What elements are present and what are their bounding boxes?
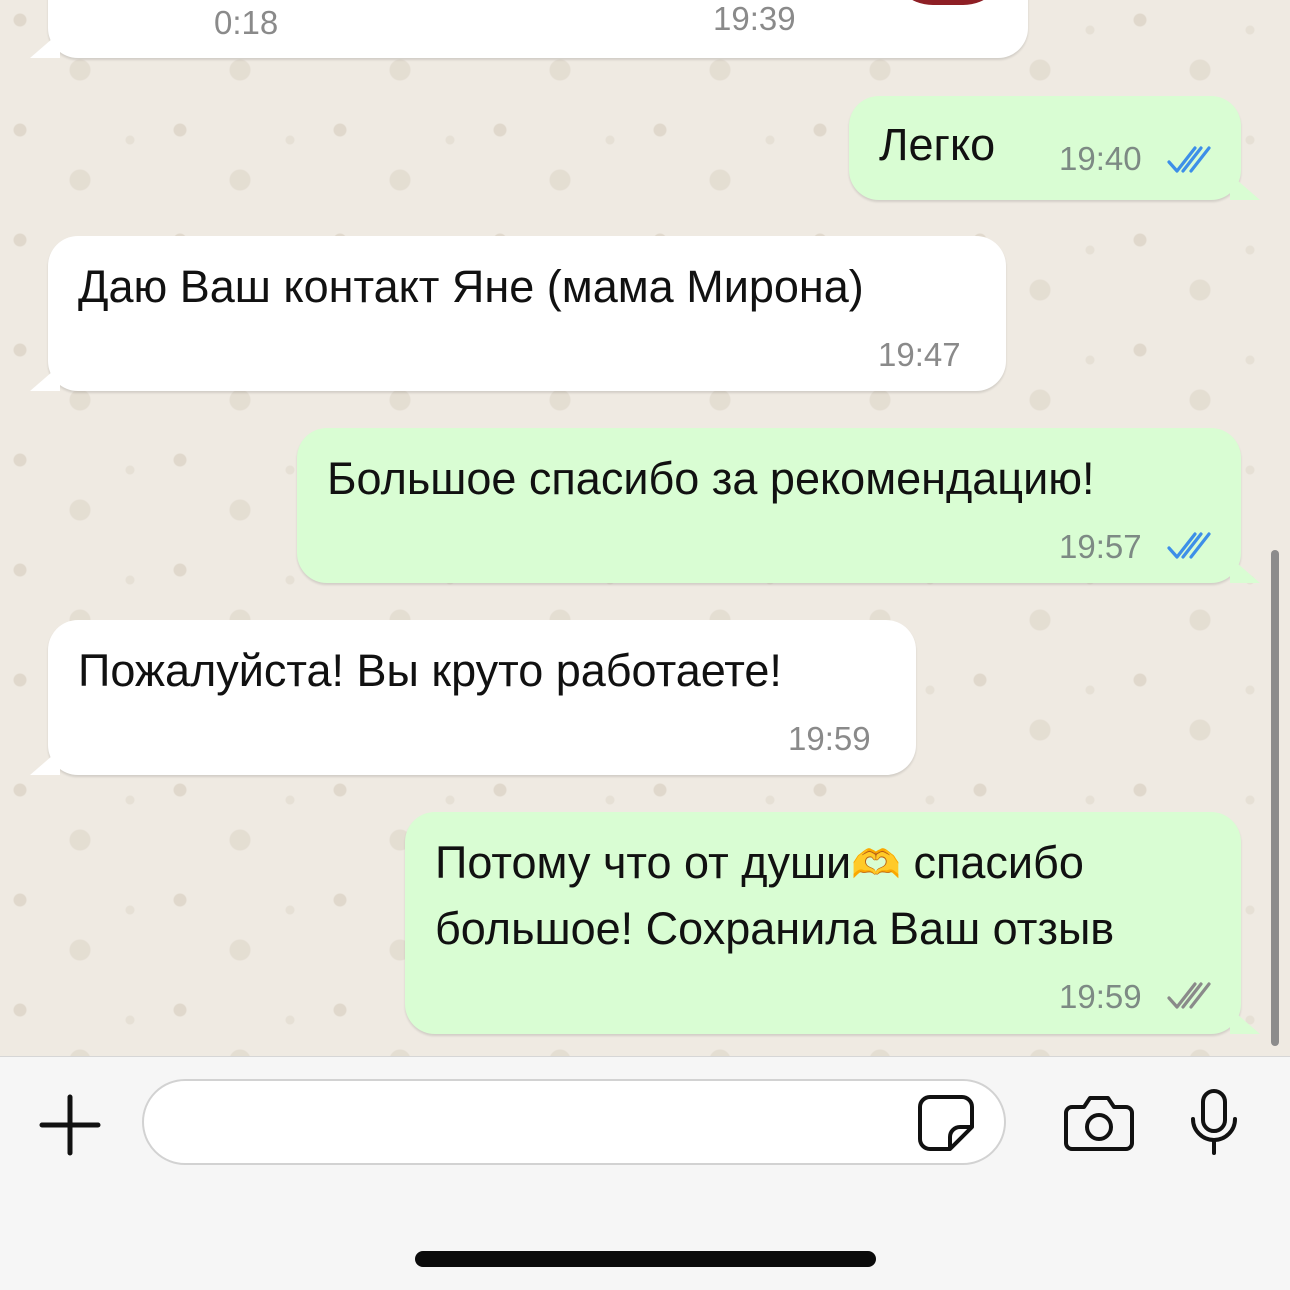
bubble-tail <box>1230 1008 1260 1034</box>
scrollbar[interactable] <box>1271 550 1279 1046</box>
message-time: 19:57 <box>1059 528 1142 565</box>
heart-hands-emoji: 🫶 <box>851 843 901 887</box>
message-bubble-outgoing[interactable]: Потому что от души🫶 спасибо большое! Сох… <box>405 812 1241 1034</box>
read-ticks-icon <box>1167 146 1211 173</box>
chat-screen: 0:18 19:39 Легко 19:40 Даю Ваш контакт Я… <box>0 0 1290 1290</box>
message-text-line-1: Потому что от души🫶 спасибо <box>435 830 1084 898</box>
avatar <box>888 0 1008 5</box>
bubble-tail <box>1230 557 1260 583</box>
microphone-icon[interactable] <box>1188 1087 1240 1159</box>
message-time: 19:59 <box>788 720 871 757</box>
message-time: 19:47 <box>878 336 961 373</box>
message-time: 19:59 <box>1059 978 1142 1015</box>
message-input[interactable] <box>142 1079 1006 1165</box>
delivered-ticks-icon <box>1167 982 1211 1009</box>
message-time: 19:40 <box>1059 140 1142 177</box>
read-ticks-icon <box>1167 532 1211 559</box>
home-indicator[interactable] <box>415 1251 876 1267</box>
plus-icon[interactable] <box>38 1093 102 1157</box>
message-text: Пожалуйста! Вы круто работаете! <box>78 645 782 696</box>
bubble-tail <box>30 32 60 58</box>
bubble-tail <box>30 365 60 391</box>
voice-duration: 0:18 <box>214 4 279 41</box>
bubble-tail <box>1230 174 1260 200</box>
message-text: Даю Ваш контакт Яне (мама Мирона) <box>78 261 864 312</box>
message-text: спасибо <box>913 837 1084 888</box>
message-text: Большое спасибо за рекомендацию! <box>327 453 1095 504</box>
message-bubble-incoming[interactable]: Пожалуйста! Вы круто работаете! 19:59 <box>48 620 916 775</box>
message-time: 19:39 <box>713 0 796 37</box>
message-bubble-incoming[interactable]: Даю Ваш контакт Яне (мама Мирона) 19:47 <box>48 236 1006 391</box>
bubble-tail <box>30 749 60 775</box>
message-bubble-incoming[interactable]: 0:18 19:39 <box>48 0 1028 58</box>
message-bubble-outgoing[interactable]: Легко 19:40 <box>849 96 1241 200</box>
message-text: Потому что от души <box>435 837 852 888</box>
message-text-line-2: большое! Сохранила Ваш отзыв <box>435 903 1115 954</box>
message-bubble-outgoing[interactable]: Большое спасибо за рекомендацию! 19:57 <box>297 428 1241 583</box>
camera-icon[interactable] <box>1062 1093 1136 1153</box>
sticker-icon[interactable] <box>916 1093 976 1153</box>
message-text: Легко <box>879 119 996 170</box>
